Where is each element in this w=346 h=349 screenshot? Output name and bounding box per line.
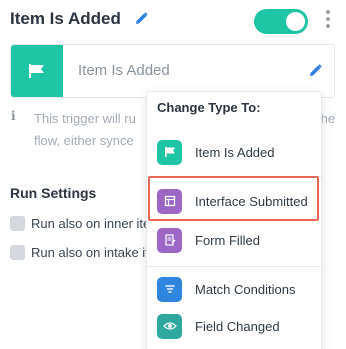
highlight-outline [148, 176, 319, 221]
trigger-enabled-toggle[interactable] [254, 9, 308, 34]
menu-item-item-is-added[interactable]: Item Is Added [157, 136, 317, 168]
run-intake-items-option[interactable]: Run also on intake it [10, 243, 149, 261]
menu-item-label: Item Is Added [195, 144, 275, 160]
menu-item-label: Field Changed [195, 318, 280, 334]
eye-icon [157, 313, 182, 339]
run-inner-items-checkbox[interactable] [10, 215, 25, 231]
trigger-type-card[interactable]: Item Is Added [10, 44, 335, 98]
menu-item-form-filled[interactable]: Form Filled [157, 224, 317, 256]
run-intake-items-checkbox[interactable] [10, 244, 25, 260]
edit-trigger-pencil-icon[interactable] [309, 64, 322, 77]
run-intake-items-label: Run also on intake it [31, 244, 149, 260]
description-line-1: This trigger will ru [34, 111, 136, 126]
flag-icon [11, 45, 63, 97]
menu-item-label: Form Filled [195, 232, 261, 248]
flag-icon [157, 139, 182, 165]
filter-icon [157, 276, 182, 302]
trigger-settings-panel: Item Is Added Item Is Added i This trigg… [0, 0, 346, 349]
info-icon: i [11, 109, 16, 123]
menu-item-field-changed[interactable]: Field Changed [157, 310, 317, 342]
run-settings-title: Run Settings [10, 185, 97, 201]
edit-title-pencil-icon[interactable] [135, 12, 148, 25]
menu-item-label: Match Conditions [195, 281, 296, 297]
run-inner-items-option[interactable]: Run also on inner ite [10, 214, 150, 232]
menu-divider [147, 266, 321, 267]
toggle-knob [286, 12, 305, 31]
run-inner-items-label: Run also on inner ite [31, 215, 151, 231]
more-options-icon[interactable] [324, 10, 332, 32]
dropdown-heading: Change Type To: [157, 100, 261, 115]
trigger-name-field[interactable]: Item Is Added [78, 62, 170, 79]
menu-item-match-conditions[interactable]: Match Conditions [157, 273, 317, 305]
form-icon [157, 227, 182, 253]
page-title: Item Is Added [10, 9, 121, 28]
